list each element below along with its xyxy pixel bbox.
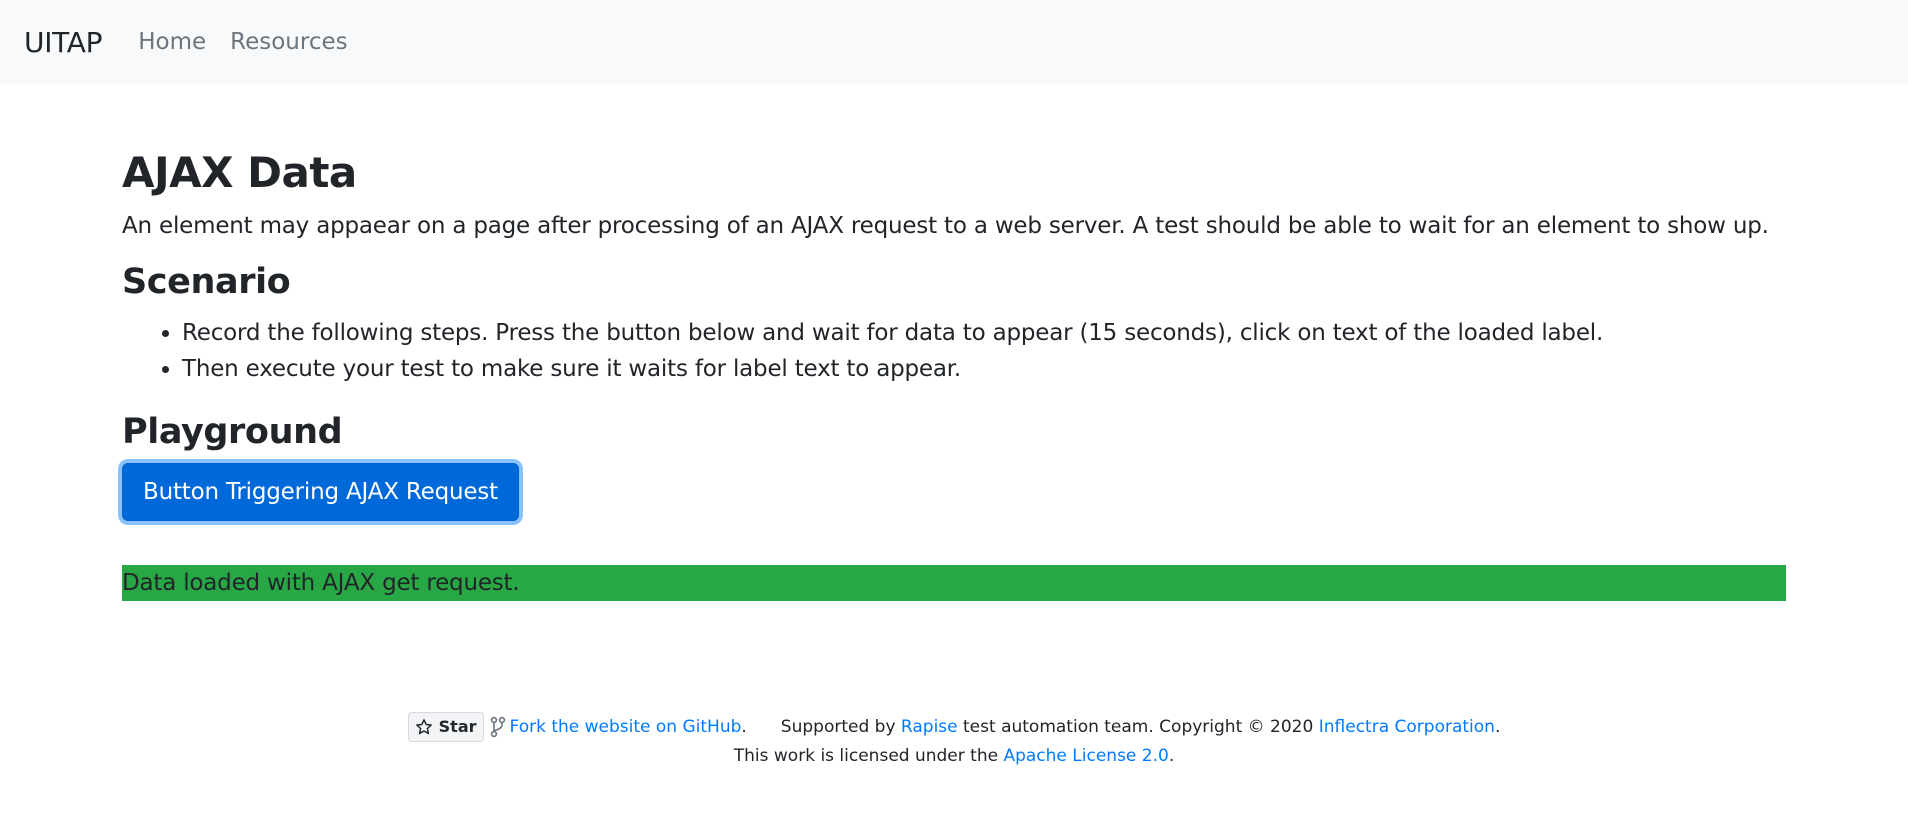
main-content: AJAX Data An element may appaear on a pa… (122, 148, 1786, 601)
fork-github-link[interactable]: Fork the website on GitHub (510, 713, 742, 741)
scenario-steps: Record the following steps. Press the bu… (122, 315, 1786, 387)
list-item: Record the following steps. Press the bu… (182, 315, 1786, 351)
star-icon (415, 719, 432, 735)
rapise-link[interactable]: Rapise (901, 713, 958, 741)
nav-link-home[interactable]: Home (138, 29, 206, 55)
page-title: AJAX Data (122, 148, 357, 197)
star-label: Star (438, 717, 477, 736)
brand-link[interactable]: UITAP (24, 26, 103, 59)
footer-row-credits: Star Fork the website on GitHub . Suppor… (0, 712, 1908, 742)
copyright-text: test automation team. Copyright © 2020 (963, 717, 1314, 737)
ajax-request-button[interactable]: Button Triggering AJAX Request (122, 462, 519, 521)
github-star-button[interactable]: Star (407, 712, 484, 742)
footer-period: . (1494, 717, 1501, 737)
apache-license-link[interactable]: Apache License 2.0 (1003, 746, 1168, 766)
list-item: Then execute your test to make sure it w… (182, 351, 1786, 387)
navbar: UITAP Home Resources (0, 0, 1908, 84)
inflectra-link[interactable]: Inflectra Corporation (1319, 713, 1495, 741)
fork-icon (490, 716, 506, 738)
footer-row-license: This work is licensed under the Apache L… (0, 742, 1908, 770)
footer-period: . (741, 717, 747, 737)
footer-period: . (1168, 746, 1175, 766)
nav-link-resources[interactable]: Resources (230, 29, 347, 55)
supported-by-text: Supported by (780, 717, 896, 737)
playground-heading: Playground (122, 411, 343, 452)
footer: Star Fork the website on GitHub . Suppor… (0, 712, 1908, 770)
license-text: This work is licensed under the (733, 746, 999, 766)
loaded-data-label[interactable]: Data loaded with AJAX get request. (122, 564, 1786, 601)
ajax-content-area: Data loaded with AJAX get request. (122, 564, 1786, 601)
scenario-heading: Scenario (122, 261, 291, 302)
page-description: An element may appaear on a page after p… (122, 213, 1769, 240)
